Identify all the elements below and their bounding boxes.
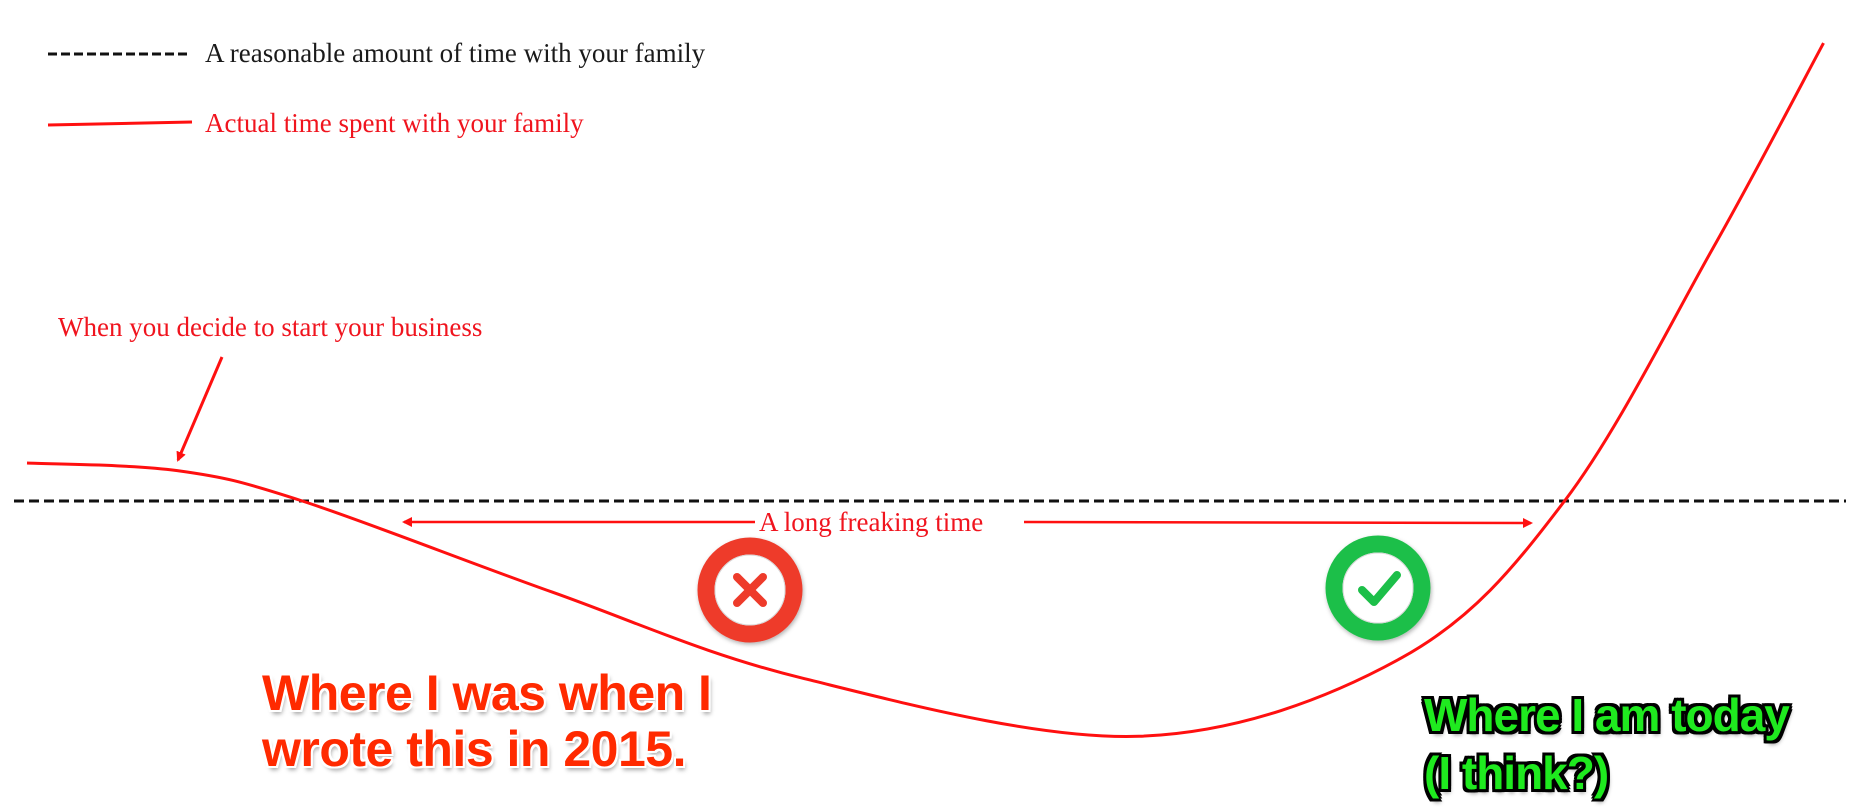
check-circle-icon	[1325, 535, 1431, 641]
legend-label-reasonable: A reasonable amount of time with your fa…	[205, 38, 706, 68]
long-time-label: A long freaking time	[757, 507, 986, 537]
start-business-arrow	[176, 356, 224, 462]
present-callout-line-1: Where I am today	[1424, 689, 1790, 741]
past-callout: Where I was when I wrote this in 2015.	[262, 665, 712, 777]
chart-canvas: A reasonable amount of time with your fa…	[0, 0, 1858, 809]
actual-time-curve	[26, 42, 1825, 738]
present-callout: Where I am today (I think?)	[1424, 686, 1790, 802]
long-time-arrow-right	[1023, 517, 1533, 528]
legend-solid-sample	[47, 120, 193, 127]
past-callout-line-2: wrote this in 2015.	[262, 721, 686, 777]
start-business-label: When you decide to start your business	[58, 312, 483, 342]
x-circle-icon	[697, 537, 803, 643]
legend-label-actual: Actual time spent with your family	[205, 108, 584, 138]
present-callout-line-2: (I think?)	[1424, 747, 1609, 799]
past-callout-line-1: Where I was when I	[262, 665, 712, 721]
